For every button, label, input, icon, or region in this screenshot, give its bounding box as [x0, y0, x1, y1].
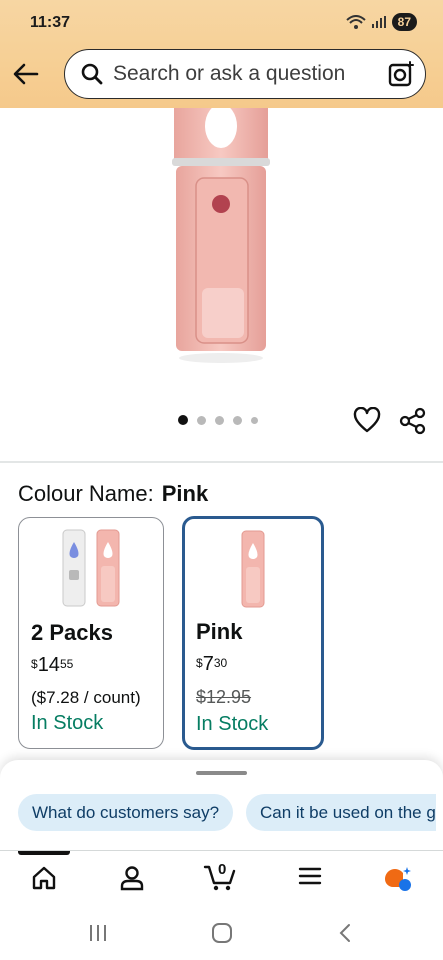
system-navigation-bar	[0, 905, 443, 960]
price-fraction: 55	[59, 657, 74, 671]
wishlist-heart-icon[interactable]	[353, 406, 381, 438]
back-chevron-icon	[339, 924, 350, 942]
availability-status: In Stock	[31, 712, 104, 734]
recent-apps-icon	[90, 925, 106, 941]
price-currency: $	[196, 656, 203, 670]
nav-account[interactable]	[119, 865, 145, 896]
variant-thumbnail	[241, 530, 265, 608]
nav-cart[interactable]: 0	[203, 861, 237, 896]
price-whole: 7	[202, 653, 214, 675]
rufus-assistant-icon	[385, 867, 411, 891]
home-circle-icon	[212, 923, 232, 943]
carousel-dot[interactable]	[197, 415, 206, 425]
bottom-navigation: 0	[0, 850, 443, 906]
price-whole: 14	[37, 654, 60, 676]
list-price: $12.95	[196, 687, 252, 707]
search-input[interactable]	[113, 62, 363, 86]
battery-indicator: 87	[391, 13, 417, 31]
price-currency: $	[31, 657, 38, 671]
carousel-dot[interactable]	[233, 415, 242, 425]
carousel-dot[interactable]	[178, 415, 188, 425]
camera-search-icon[interactable]	[387, 60, 415, 93]
variant-title: Pink	[196, 619, 243, 644]
price-fraction: 30	[213, 656, 228, 670]
variant-title: 2 Packs	[31, 620, 113, 645]
back-system-button[interactable]	[337, 923, 353, 948]
price-per-unit: ($7.28 / count)	[31, 688, 141, 707]
header-bar: 11:37 87	[0, 0, 443, 108]
back-button[interactable]	[11, 59, 41, 89]
nav-menu[interactable]	[298, 865, 322, 892]
image-carousel-dots[interactable]	[178, 415, 258, 425]
nav-rufus[interactable]	[383, 865, 413, 898]
variant-option-pink[interactable]: Pink $730 $12.95 In Stock	[182, 516, 324, 750]
colour-name-row: Colour Name: Pink	[18, 481, 208, 507]
availability-status: In Stock	[196, 713, 269, 735]
signal-icon	[371, 16, 386, 28]
question-chip[interactable]: What do customers say?	[18, 794, 234, 831]
section-divider	[0, 461, 443, 463]
user-icon	[120, 866, 144, 891]
sheet-drag-handle[interactable]	[196, 771, 247, 775]
nav-home[interactable]	[31, 865, 57, 896]
home-icon	[32, 866, 56, 890]
carousel-dot[interactable]	[251, 416, 258, 424]
wifi-icon	[345, 15, 366, 29]
share-icon[interactable]	[399, 407, 427, 440]
menu-icon	[298, 867, 322, 885]
rufus-questions-sheet: What do customers say? Can it be used on…	[0, 760, 443, 855]
carousel-dot[interactable]	[215, 415, 224, 425]
product-image[interactable]	[150, 108, 290, 368]
variant-price: $730	[196, 653, 227, 676]
search-bar[interactable]	[64, 49, 426, 99]
cart-count: 0	[218, 861, 227, 878]
colour-name-value: Pink	[161, 481, 209, 506]
back-arrow-icon	[13, 63, 39, 85]
active-tab-indicator	[18, 851, 70, 855]
status-time: 11:37	[30, 14, 71, 31]
colour-name-label: Colour Name:	[18, 481, 154, 506]
search-icon	[81, 63, 103, 85]
recent-apps-button[interactable]	[88, 923, 108, 948]
status-icons: 87	[345, 13, 417, 31]
variant-thumbnail	[62, 529, 120, 607]
variant-price: $1455	[31, 654, 73, 677]
question-chip[interactable]: Can it be used on the g	[246, 794, 436, 831]
variant-option-2-packs[interactable]: 2 Packs $1455 ($7.28 / count) In Stock	[18, 517, 164, 749]
home-system-button[interactable]	[211, 923, 233, 948]
